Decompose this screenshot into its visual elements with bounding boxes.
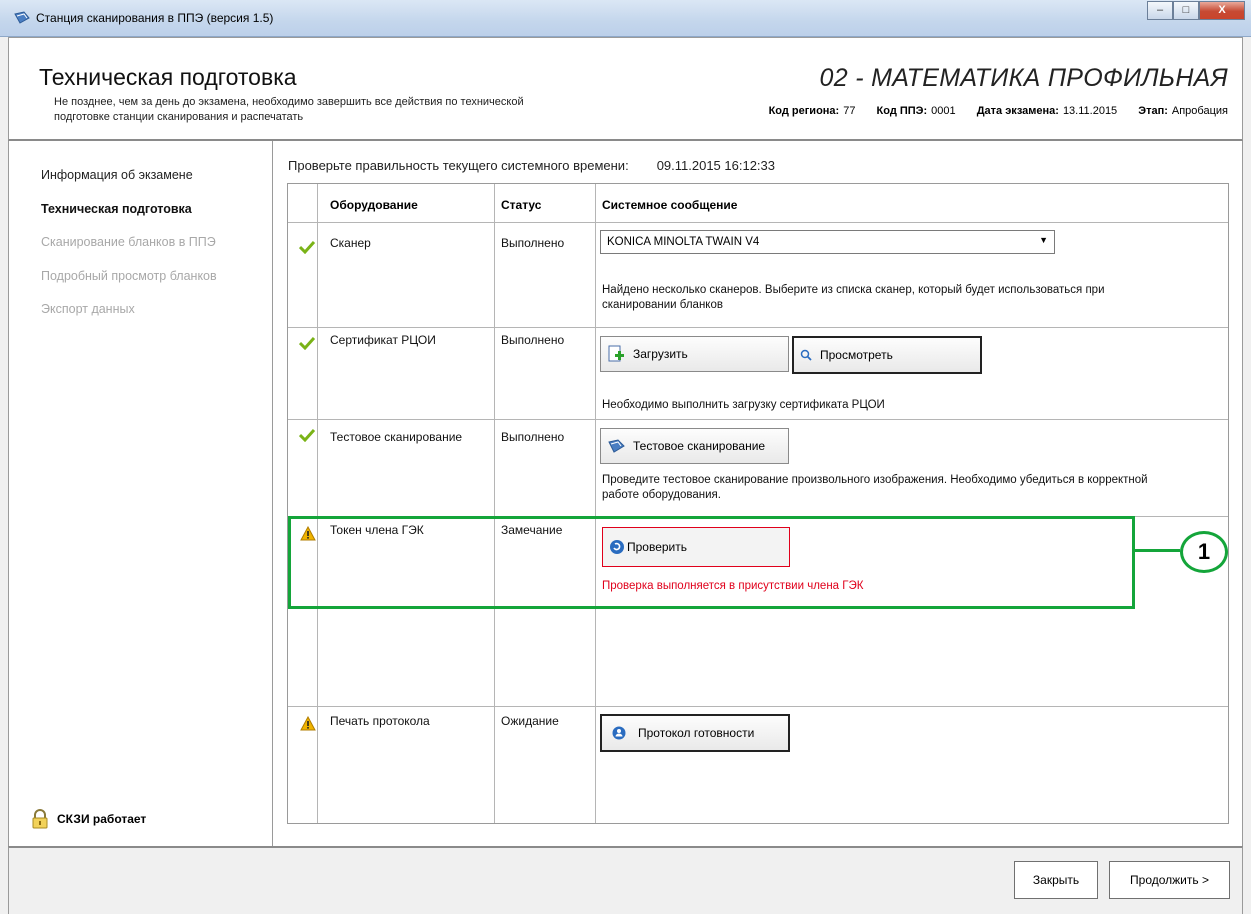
window-title: Станция сканирования в ППЭ (версия 1.5) [36, 11, 274, 25]
test-scan-label: Тестовое сканирование [633, 439, 766, 453]
view-label: Просмотреть [820, 348, 893, 362]
row-divider [288, 327, 1228, 328]
scanner-select-value: KONICA MINOLTA TWAIN V4 [607, 236, 760, 248]
time-value: 09.11.2015 16:12:33 [656, 158, 776, 173]
stage-value: Апробация [1171, 105, 1228, 117]
col-divider [595, 184, 596, 823]
dropdown-arrow-icon[interactable]: ▼ [1039, 235, 1048, 245]
sidebar-item-detailed-view: Подробный просмотр бланков [41, 269, 217, 283]
close-button[interactable]: Закрыть [1014, 861, 1098, 899]
page-subtitle: Не позднее, чем за день до экзамена, нео… [54, 96, 524, 123]
readiness-protocol-button[interactable]: Протокол готовности [600, 714, 790, 752]
column-header-equipment: Оборудование [330, 198, 418, 212]
sidebar-item-scanning: Сканирование бланков в ППЭ [41, 235, 216, 249]
status-protocol: Ожидание [501, 714, 559, 728]
row-divider [288, 222, 1228, 223]
equipment-scanner: Сканер [330, 236, 371, 250]
date-value: 13.11.2015 [1062, 105, 1118, 117]
view-certificate-button[interactable]: Просмотреть [792, 336, 982, 374]
equipment-protocol: Печать протокола [330, 714, 430, 728]
upload-label: Загрузить [633, 347, 688, 361]
exam-subject: 02 - МАТЕМАТИКА ПРОФИЛЬНАЯ [819, 64, 1228, 92]
message-test-scan: Проведите тестовое сканирование произвол… [602, 474, 1148, 501]
status-test-scan: Выполнено [501, 430, 565, 444]
sidebar-item-export: Экспорт данных [41, 302, 135, 316]
scanner-app-icon [14, 11, 30, 24]
upload-certificate-button[interactable]: Загрузить [600, 336, 789, 372]
row-divider [288, 706, 1228, 707]
message-certificate: Необходимо выполнить загрузку сертификат… [602, 399, 885, 411]
lock-icon [32, 809, 48, 829]
status-scanner: Выполнено [501, 236, 565, 250]
sidebar-item-exam-info[interactable]: Информация об экзамене [41, 168, 193, 182]
equipment-certificate: Сертификат РЦОИ [330, 333, 436, 347]
row-divider [288, 419, 1228, 420]
check-icon [299, 336, 315, 350]
window-controls: – □ X [1147, 1, 1245, 20]
search-icon [800, 349, 812, 361]
col-divider [317, 184, 318, 823]
page-header: Техническая подготовка Не позднее, чем з… [8, 37, 1243, 141]
scanner-icon [607, 438, 625, 454]
region-value: 77 [843, 105, 856, 117]
time-label: Проверьте правильность текущего системно… [288, 158, 629, 173]
footer: Закрыть Продолжить > [8, 846, 1243, 914]
col-divider [494, 184, 495, 823]
date-label: Дата экзамена: [976, 105, 1059, 117]
window-titlebar: Станция сканирования в ППЭ (версия 1.5) … [0, 0, 1251, 37]
check-icon [299, 240, 315, 254]
maximize-button[interactable]: □ [1173, 1, 1199, 20]
close-window-button[interactable]: X [1199, 1, 1245, 20]
ppe-value: 0001 [931, 105, 956, 117]
ppe-label: Код ППЭ: [876, 105, 928, 117]
status-certificate: Выполнено [501, 333, 565, 347]
message-scanner: Найдено несколько сканеров. Выберите из … [602, 284, 1105, 311]
continue-button[interactable]: Продолжить > [1109, 861, 1230, 899]
sidebar-item-tech-prep[interactable]: Техническая подготовка [41, 202, 192, 216]
scanner-select[interactable]: KONICA MINOLTA TWAIN V4 ▼ [600, 230, 1055, 254]
check-icon [299, 428, 315, 442]
region-label: Код региона: [768, 105, 840, 117]
user-icon [612, 726, 626, 740]
skzi-label: СКЗИ работает [57, 812, 147, 826]
highlight-frame [288, 516, 1135, 609]
page-title: Техническая подготовка [39, 64, 297, 90]
exam-meta: Код региона: 77 Код ППЭ: 0001 Дата экзамен… [769, 105, 1228, 117]
readiness-protocol-label: Протокол готовности [638, 726, 755, 740]
stage-label: Этап: [1138, 105, 1168, 117]
minimize-button[interactable]: – [1147, 1, 1173, 20]
column-header-status: Статус [501, 198, 542, 212]
warning-icon [300, 716, 316, 731]
column-header-message: Системное сообщение [602, 198, 738, 212]
upload-icon [607, 345, 625, 363]
callout-line [1135, 549, 1180, 552]
main-panel: Проверьте правильность текущего системно… [273, 141, 1243, 846]
skzi-status: СКЗИ работает [31, 809, 146, 829]
sidebar: Информация об экзамене Техническая подго… [8, 141, 273, 846]
test-scan-button[interactable]: Тестовое сканирование [600, 428, 789, 464]
equipment-table: Оборудование Статус Системное сообщение … [287, 183, 1229, 824]
callout-number: 1 [1180, 531, 1228, 573]
time-check: Проверьте правильность текущего системно… [288, 158, 775, 173]
equipment-test-scan: Тестовое сканирование [330, 430, 463, 444]
